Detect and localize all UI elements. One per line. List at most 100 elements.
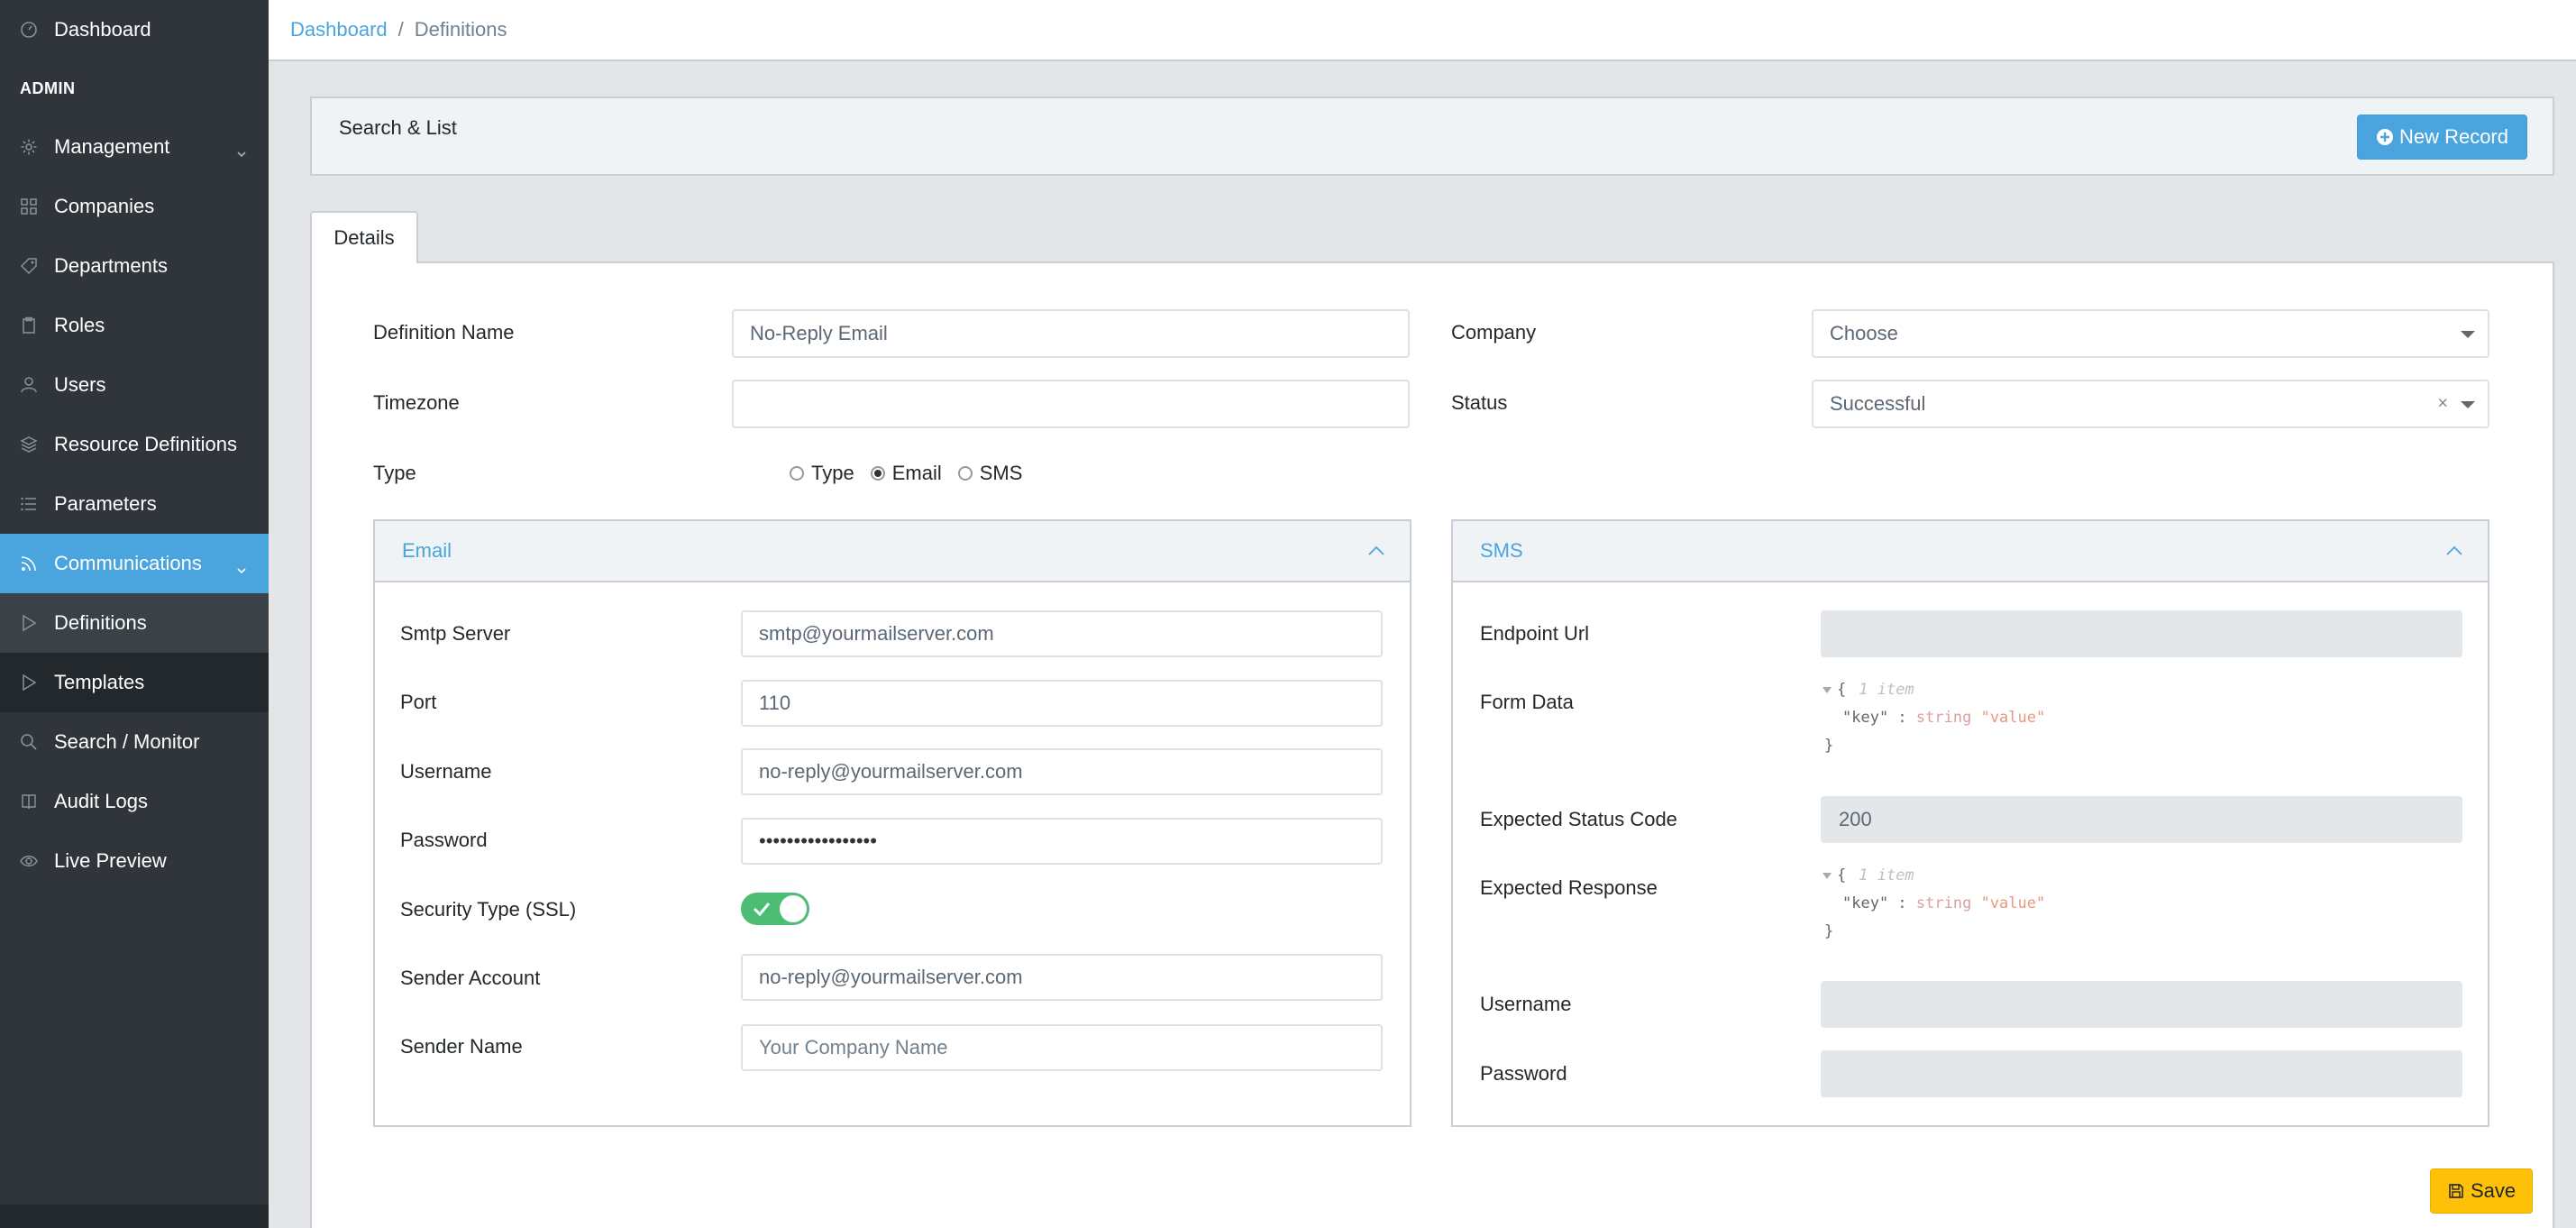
definition-name-input[interactable]: No-Reply Email [732, 309, 1410, 358]
sidebar-item-label: Roles [54, 314, 105, 336]
tag-icon [20, 257, 38, 275]
status-select[interactable]: Successful × [1812, 380, 2489, 428]
collapse-triangle-icon[interactable] [1822, 686, 1832, 693]
sms-card-title: SMS [1480, 539, 1523, 562]
grid-icon [20, 197, 38, 215]
breadcrumb-current: Definitions [414, 18, 507, 41]
form-data-label: Form Data [1480, 691, 1574, 713]
ssl-toggle[interactable] [741, 893, 809, 925]
form-data-json-editor[interactable]: {1 item "key" : string "value" } [1822, 676, 2045, 760]
save-label: Save [2471, 1179, 2517, 1202]
sms-card-header[interactable]: SMS [1453, 521, 2488, 582]
clipboard-icon [20, 316, 38, 334]
smtp-server-input[interactable]: smtp@yourmailserver.com [741, 610, 1383, 657]
breadcrumb-link-dashboard[interactable]: Dashboard [290, 18, 388, 41]
sender-name-input[interactable]: Your Company Name [741, 1024, 1383, 1071]
sidebar-item-label: Templates [54, 671, 145, 693]
expected-status-code-input[interactable]: 200 [1821, 796, 2462, 843]
gear-icon [20, 138, 38, 156]
chevron-down-icon [236, 142, 247, 158]
sidebar-item-management[interactable]: Management [0, 117, 269, 177]
smtp-server-value: smtp@yourmailserver.com [759, 622, 994, 645]
type-radio-sms[interactable]: SMS [957, 462, 1023, 485]
sidebar-item-label: Live Preview [54, 849, 167, 872]
sidebar-item-templates[interactable]: Templates [0, 653, 269, 712]
sidebar-item-definitions[interactable]: Definitions [0, 593, 269, 653]
type-radio-email[interactable]: Email [870, 462, 942, 485]
list-icon [20, 495, 38, 513]
sender-name-placeholder: Your Company Name [759, 1036, 948, 1058]
json-line: {1 item [1822, 676, 2045, 704]
sidebar-item-departments[interactable]: Departments [0, 236, 269, 296]
play-icon [20, 674, 38, 692]
smtp-server-label: Smtp Server [400, 622, 511, 645]
company-select[interactable]: Choose [1812, 309, 2489, 358]
tab-details[interactable]: Details [310, 211, 418, 263]
endpoint-url-input[interactable] [1821, 610, 2462, 657]
sms-password-input[interactable] [1821, 1050, 2462, 1097]
radio-dot [790, 466, 804, 481]
radio-dot-selected [870, 466, 885, 481]
sidebar-item-parameters[interactable]: Parameters [0, 474, 269, 534]
password-input[interactable]: ••••••••••••••••• [741, 818, 1383, 865]
caret-down-icon [2461, 401, 2475, 408]
expected-response-json-editor[interactable]: {1 item "key" : string "value" } [1822, 862, 2045, 946]
sidebar-item-resource-definitions[interactable]: Resource Definitions [0, 415, 269, 474]
username-input[interactable]: no-reply@yourmailserver.com [741, 748, 1383, 795]
radio-label: Email [891, 462, 942, 484]
type-radio-type[interactable]: Type [790, 462, 854, 485]
save-button[interactable]: Save [2430, 1168, 2534, 1214]
expected-status-code-value: 200 [1839, 808, 1872, 830]
plus-circle-icon [2376, 128, 2394, 146]
sender-account-value: no-reply@yourmailserver.com [759, 966, 1023, 988]
user-icon [20, 376, 38, 394]
sidebar-item-roles[interactable]: Roles [0, 296, 269, 355]
sidebar-item-label: Companies [54, 195, 155, 217]
sidebar-item-search-monitor[interactable]: Search / Monitor [0, 712, 269, 772]
check-icon [752, 899, 772, 919]
speedometer-icon [20, 21, 38, 39]
chevron-up-icon[interactable] [1366, 541, 1386, 561]
breadcrumb: Dashboard / Definitions [269, 0, 2576, 61]
sidebar-item-label: Search / Monitor [54, 730, 200, 753]
toggle-knob [780, 895, 807, 922]
sms-username-input[interactable] [1821, 981, 2462, 1028]
json-line: {1 item [1822, 862, 2045, 890]
sidebar-item-live-preview[interactable]: Live Preview [0, 831, 269, 891]
sidebar-item-users[interactable]: Users [0, 355, 269, 415]
timezone-input[interactable] [732, 380, 1410, 428]
port-label: Port [400, 691, 437, 713]
layers-icon [20, 435, 38, 454]
sidebar-item-label: Departments [54, 254, 168, 277]
username-label: Username [400, 760, 492, 783]
sidebar-item-companies[interactable]: Companies [0, 177, 269, 236]
sidebar-item-communications[interactable]: Communications [0, 534, 269, 593]
expected-response-label: Expected Response [1480, 876, 1658, 899]
email-card-header[interactable]: Email [375, 521, 1410, 582]
timezone-label: Timezone [373, 391, 460, 414]
clear-icon[interactable]: × [2437, 394, 2448, 415]
sidebar-minimizer[interactable] [0, 1205, 269, 1228]
sidebar-item-audit-logs[interactable]: Audit Logs [0, 772, 269, 831]
sidebar-item-label: Audit Logs [54, 790, 148, 812]
type-label: Type [373, 462, 416, 484]
card-title: Search & List [339, 116, 457, 139]
json-line: "key" : string "value" [1842, 894, 2046, 912]
chevron-up-icon[interactable] [2444, 541, 2464, 561]
sender-account-input[interactable]: no-reply@yourmailserver.com [741, 954, 1383, 1001]
sidebar-item-label: Definitions [54, 611, 147, 634]
search-icon [20, 733, 38, 751]
endpoint-url-label: Endpoint Url [1480, 622, 1590, 645]
sidebar-section-title: ADMIN [20, 78, 76, 97]
sidebar-item-dashboard[interactable]: Dashboard [0, 0, 269, 60]
sidebar-item-label: Communications [54, 552, 202, 574]
port-input[interactable]: 110 [741, 680, 1383, 727]
radio-label: SMS [979, 462, 1023, 484]
collapse-triangle-icon[interactable] [1822, 872, 1832, 879]
new-record-button[interactable]: New Record [2356, 115, 2527, 160]
username-value: no-reply@yourmailserver.com [759, 760, 1023, 783]
chevron-down-icon [236, 558, 247, 574]
sms-username-label: Username [1480, 993, 1572, 1015]
status-select-value: Successful [1830, 392, 1926, 415]
email-card-title: Email [402, 539, 452, 562]
